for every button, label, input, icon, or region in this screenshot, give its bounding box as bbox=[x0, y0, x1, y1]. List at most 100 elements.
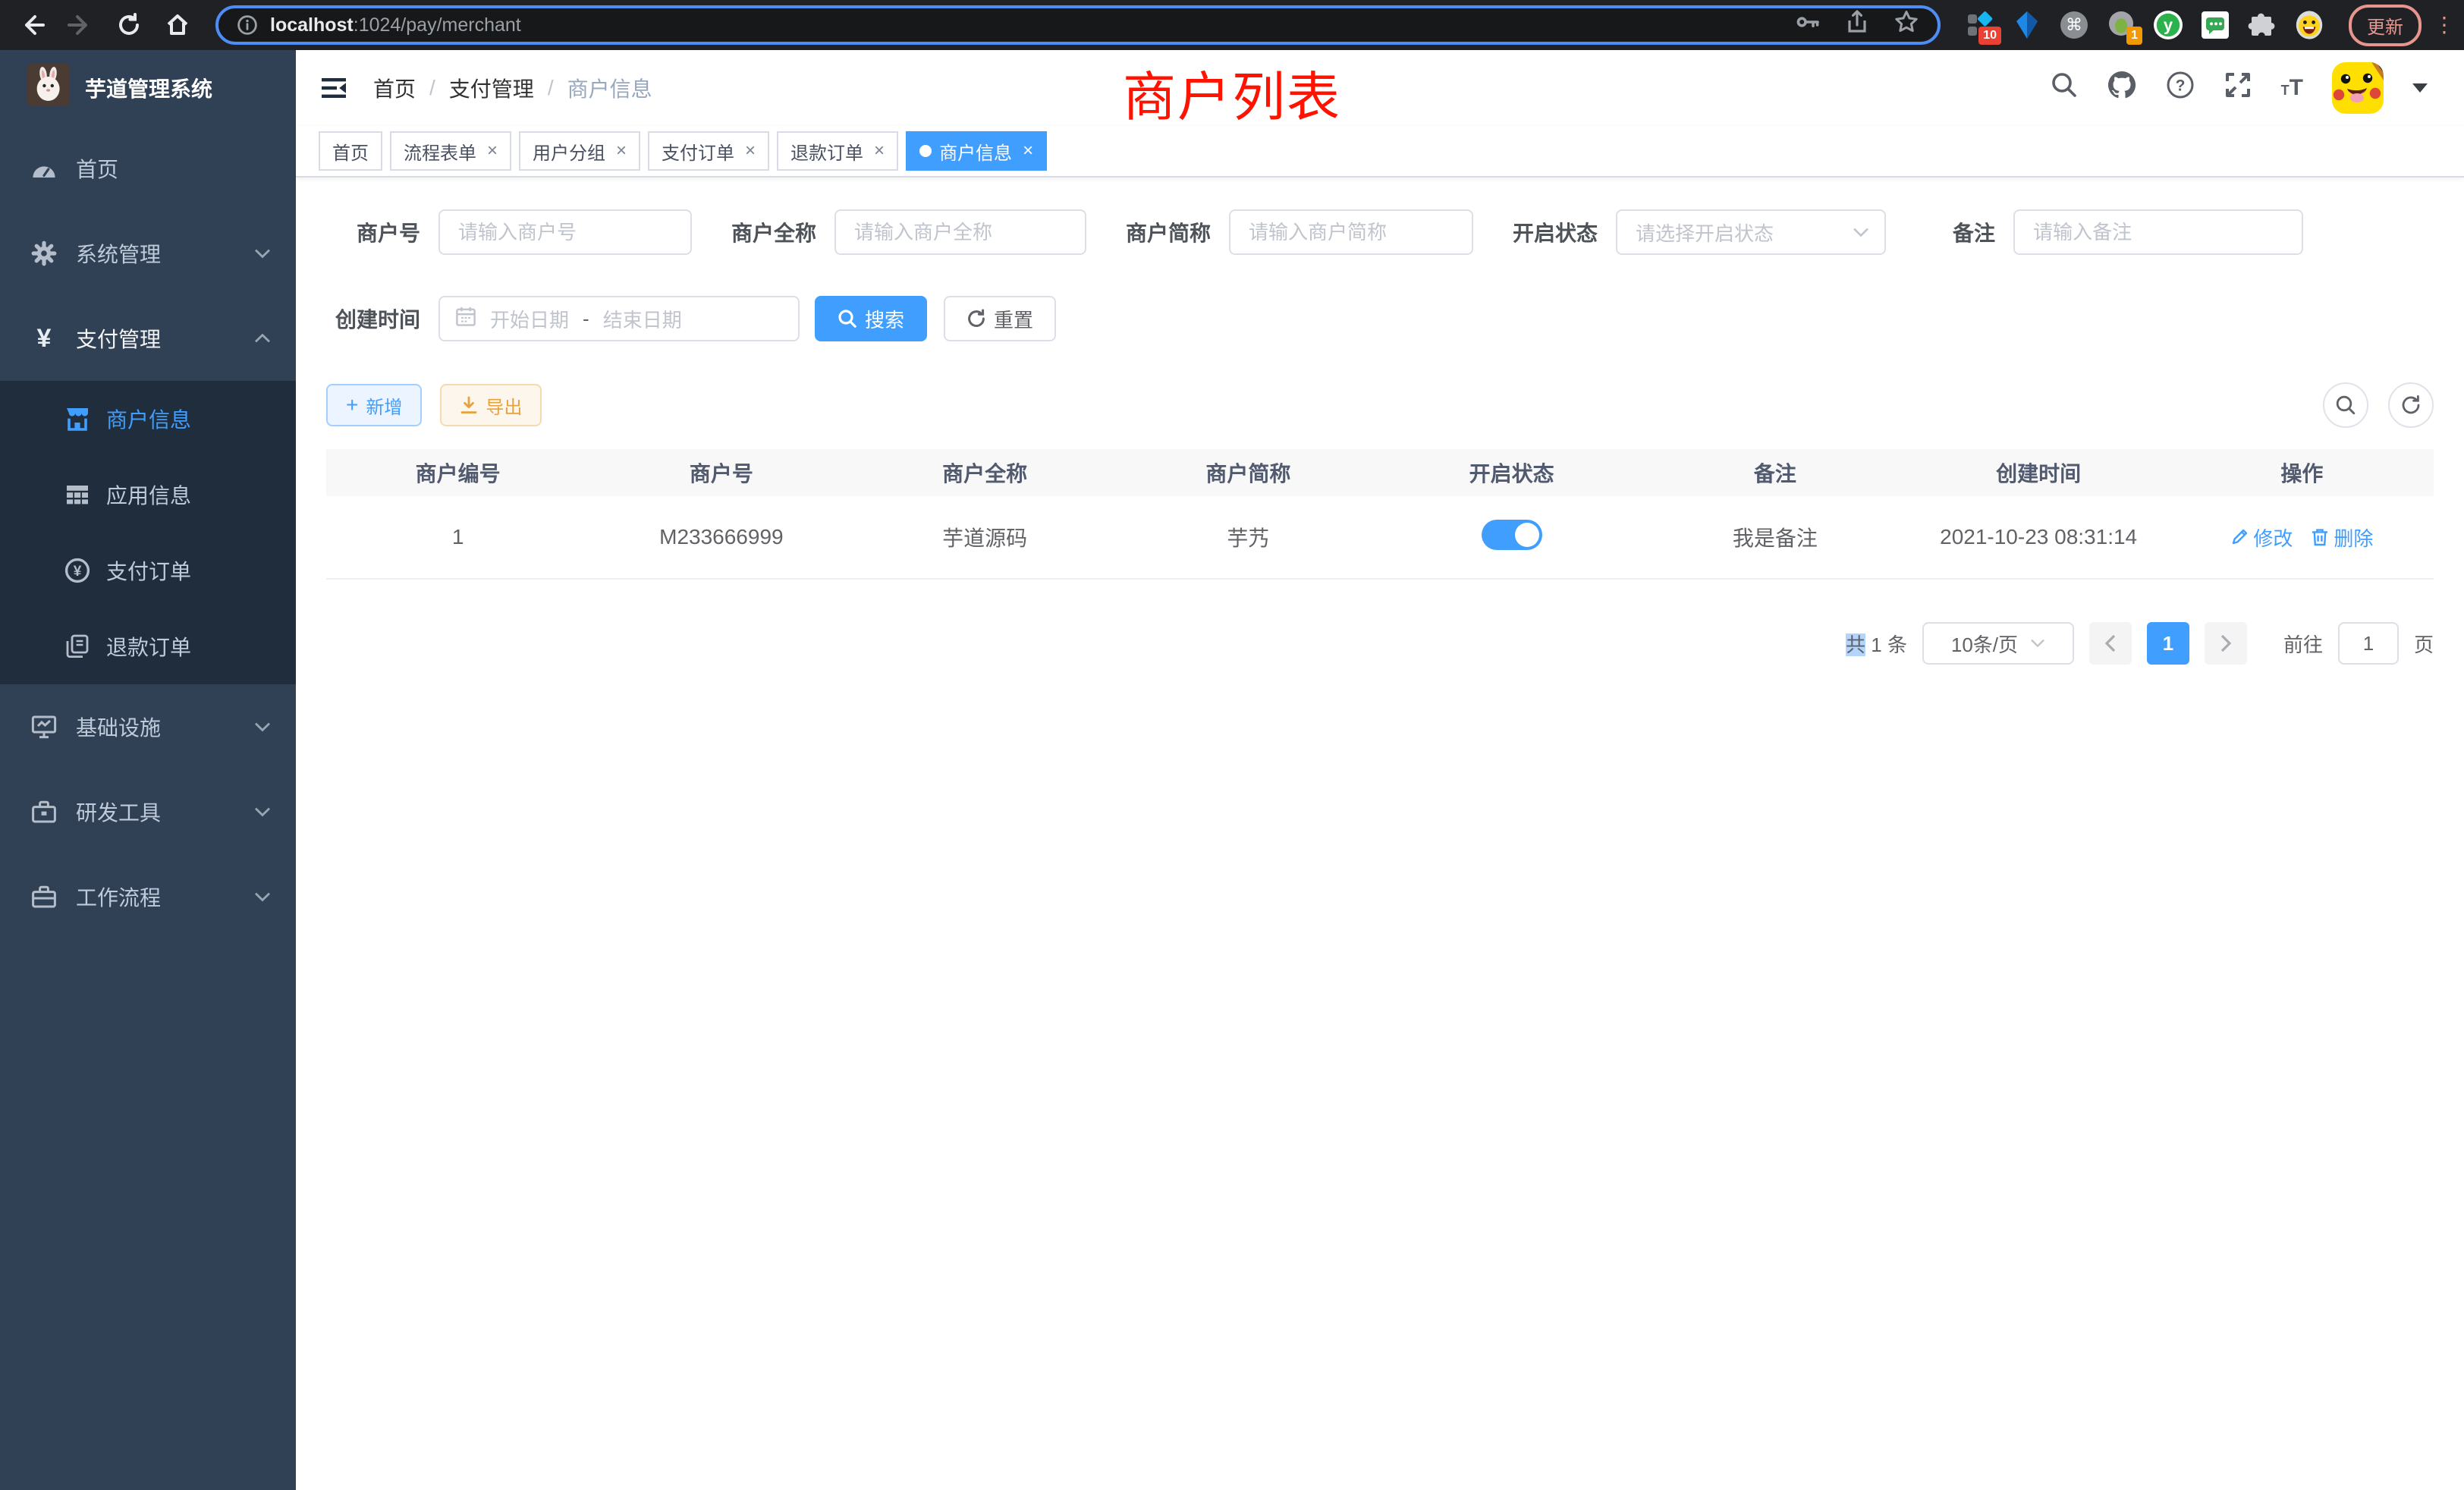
sidebar-item-workflow[interactable]: 工作流程 bbox=[0, 854, 296, 939]
avatar-dropdown-caret-icon[interactable] bbox=[2412, 83, 2428, 93]
back-icon[interactable] bbox=[12, 5, 52, 45]
help-icon[interactable]: ? bbox=[2166, 71, 2195, 105]
search-button[interactable]: 搜索 bbox=[815, 296, 927, 341]
sidebar-item-app-info[interactable]: 应用信息 bbox=[0, 457, 296, 533]
home-icon[interactable] bbox=[158, 5, 197, 45]
cell-create-time: 2021-10-23 08:31:14 bbox=[1907, 525, 2170, 549]
reset-button[interactable]: 重置 bbox=[944, 296, 1056, 341]
extension-badge: 1 bbox=[2126, 27, 2142, 45]
close-icon[interactable]: × bbox=[616, 140, 627, 162]
url-host: localhost bbox=[270, 14, 354, 36]
tab-process-form[interactable]: 流程表单 × bbox=[390, 131, 511, 171]
end-date-placeholder: 结束日期 bbox=[603, 305, 682, 333]
user-avatar[interactable] bbox=[2332, 62, 2384, 114]
pagination-total: 共 1 条 bbox=[1846, 630, 1907, 658]
sidebar-item-refund-order[interactable]: 退款订单 bbox=[0, 608, 296, 684]
toolbox-icon bbox=[30, 800, 58, 824]
close-icon[interactable]: × bbox=[745, 140, 756, 162]
breadcrumb-pay[interactable]: 支付管理 bbox=[449, 73, 534, 103]
date-range-picker[interactable]: 开始日期 - 结束日期 bbox=[438, 296, 800, 341]
chrome-update-button[interactable]: 更新 bbox=[2349, 5, 2422, 46]
key-icon[interactable] bbox=[1795, 9, 1821, 41]
status-toggle-on[interactable] bbox=[1482, 520, 1542, 550]
cell-merchant-id: 1 bbox=[326, 525, 589, 549]
yudao-extension-icon[interactable]: y bbox=[2153, 10, 2183, 40]
breadcrumb-current: 商户信息 bbox=[567, 73, 652, 103]
monitor-icon bbox=[30, 715, 58, 739]
chat-extension-icon[interactable] bbox=[2200, 10, 2230, 40]
store-icon bbox=[64, 407, 91, 431]
prev-page-button[interactable] bbox=[2089, 622, 2132, 665]
create-time-label: 创建时间 bbox=[326, 303, 420, 334]
browser-menu-icon[interactable]: ⋮ bbox=[2434, 14, 2449, 36]
merchant-no-input[interactable] bbox=[438, 209, 692, 255]
bookmark-star-icon[interactable] bbox=[1894, 9, 1919, 41]
pay-submenu: 商户信息 应用信息 ¥ 支付订单 bbox=[0, 381, 296, 684]
merchant-list-page: 商户号 商户全称 商户简称 开启状态 请选择开启状态 备注 bbox=[296, 178, 2464, 665]
goto-label: 前往 bbox=[2283, 630, 2323, 658]
page-number-1[interactable]: 1 bbox=[2147, 622, 2189, 665]
sidebar-item-pay-order[interactable]: ¥ 支付订单 bbox=[0, 533, 296, 608]
page-size-select[interactable]: 10条/页 bbox=[1922, 622, 2074, 665]
font-size-icon[interactable]: TT bbox=[2281, 77, 2303, 99]
col-header: 开启状态 bbox=[1380, 457, 1643, 488]
share-icon[interactable] bbox=[1845, 9, 1869, 41]
goto-page-input[interactable] bbox=[2338, 622, 2399, 665]
start-date-placeholder: 开始日期 bbox=[490, 305, 569, 333]
svg-text:¥: ¥ bbox=[74, 564, 82, 580]
export-button[interactable]: 导出 bbox=[440, 384, 542, 426]
sidebar-item-pay[interactable]: ¥ 支付管理 bbox=[0, 296, 296, 381]
puzzle-extensions-icon[interactable] bbox=[2247, 10, 2277, 40]
sidebar-item-home[interactable]: 首页 bbox=[0, 126, 296, 211]
avocado-extension-icon[interactable]: 1 bbox=[2106, 10, 2136, 40]
github-icon[interactable] bbox=[2107, 70, 2137, 106]
close-icon[interactable]: × bbox=[1023, 140, 1033, 162]
header-search-icon[interactable] bbox=[2051, 71, 2078, 105]
sidebar-item-merchant-info[interactable]: 商户信息 bbox=[0, 381, 296, 457]
sidebar-item-infra[interactable]: 基础设施 bbox=[0, 684, 296, 769]
kite-extension-icon[interactable] bbox=[2012, 10, 2042, 40]
remark-input[interactable] bbox=[2013, 209, 2303, 255]
url-path: :1024/pay/merchant bbox=[354, 14, 521, 36]
tab-label: 支付订单 bbox=[662, 138, 734, 165]
close-icon[interactable]: × bbox=[487, 140, 498, 162]
tasks-extension-icon[interactable]: 10 bbox=[1965, 10, 1995, 40]
sidebar-item-devtool[interactable]: 研发工具 bbox=[0, 769, 296, 854]
next-page-button[interactable] bbox=[2205, 622, 2247, 665]
chevron-down-icon bbox=[253, 891, 272, 903]
refund-doc-icon bbox=[64, 634, 91, 659]
refresh-table-button[interactable] bbox=[2388, 382, 2434, 428]
full-name-input[interactable] bbox=[834, 209, 1086, 255]
add-button[interactable]: + 新增 bbox=[326, 384, 422, 426]
close-icon[interactable]: × bbox=[874, 140, 885, 162]
tab-merchant-info[interactable]: 商户信息× bbox=[906, 131, 1047, 171]
col-header: 商户号 bbox=[589, 457, 853, 488]
show-search-toggle-button[interactable] bbox=[2323, 382, 2368, 428]
dashboard-icon bbox=[30, 157, 58, 180]
breadcrumb-home[interactable]: 首页 bbox=[373, 73, 416, 103]
site-info-icon[interactable] bbox=[237, 14, 258, 36]
sidebar-item-label: 应用信息 bbox=[106, 479, 191, 510]
address-bar[interactable]: localhost:1024/pay/merchant bbox=[215, 5, 1941, 45]
command-extension-icon[interactable]: ⌘ bbox=[2059, 10, 2089, 40]
short-name-input[interactable] bbox=[1229, 209, 1473, 255]
sidebar-toggle-icon[interactable] bbox=[319, 74, 349, 102]
merchant-no-label: 商户号 bbox=[326, 217, 420, 247]
edit-link[interactable]: 修改 bbox=[2230, 523, 2293, 552]
tab-home[interactable]: 首页 bbox=[319, 131, 382, 171]
delete-link[interactable]: 删除 bbox=[2311, 523, 2373, 552]
tab-label: 流程表单 bbox=[404, 138, 476, 165]
forward-icon[interactable] bbox=[61, 5, 100, 45]
tab-refund-order[interactable]: 退款订单× bbox=[777, 131, 898, 171]
pagination: 共 1 条 10条/页 1 前往 页 bbox=[326, 622, 2434, 665]
status-select[interactable]: 请选择开启状态 bbox=[1616, 209, 1886, 255]
reload-icon[interactable] bbox=[109, 5, 149, 45]
fullscreen-icon[interactable] bbox=[2224, 71, 2252, 105]
sidebar-item-system[interactable]: 系统管理 bbox=[0, 211, 296, 296]
tab-pay-order[interactable]: 支付订单 × bbox=[648, 131, 769, 171]
status-select-placeholder: 请选择开启状态 bbox=[1636, 218, 1853, 247]
pay-circle-icon: ¥ bbox=[64, 558, 91, 583]
tab-user-group[interactable]: 用户分组× bbox=[519, 131, 640, 171]
emoji-extension-icon[interactable] bbox=[2294, 10, 2324, 40]
app-logo-row[interactable]: 芋道管理系统 bbox=[0, 50, 296, 126]
